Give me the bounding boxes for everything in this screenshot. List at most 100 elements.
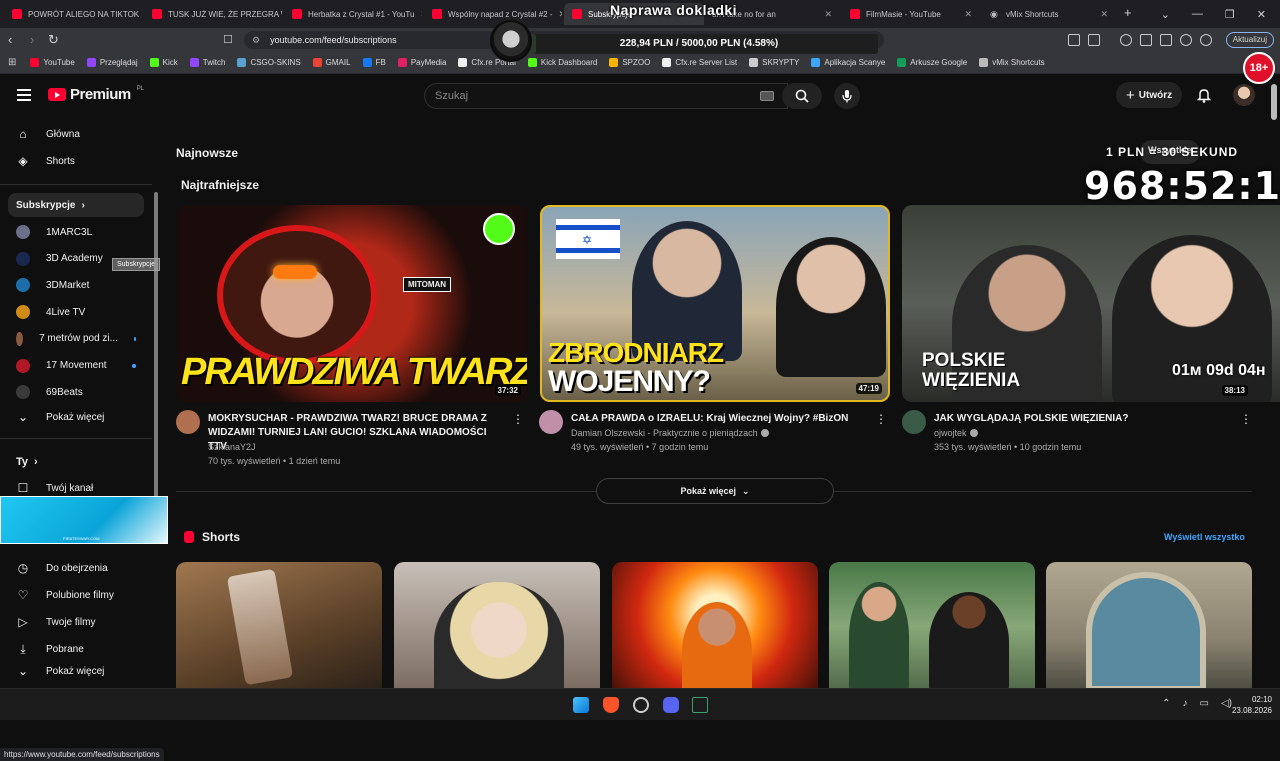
ai-icon[interactable]: [1180, 34, 1192, 46]
close-tab-icon[interactable]: ✕: [964, 9, 972, 20]
browser-tab[interactable]: Herbatka z Crystal #1 - YouTu ✕: [284, 3, 422, 25]
bookmark-item[interactable]: Arkusze Google: [897, 58, 967, 67]
page-scrollbar[interactable]: [1271, 84, 1277, 120]
bookmark-item[interactable]: FB: [362, 58, 386, 67]
volume-icon[interactable]: ◁): [1221, 698, 1232, 709]
browser-tab[interactable]: ◉ vMix Shortcuts ✕: [982, 3, 1116, 25]
media-icon[interactable]: [1120, 34, 1132, 46]
youtube-premium-logo[interactable]: Premium PL: [48, 86, 144, 103]
notifications-bell-icon[interactable]: [1197, 87, 1211, 103]
back-icon[interactable]: ‹: [8, 32, 12, 48]
keyboard-icon[interactable]: [760, 91, 774, 101]
tab-search-icon[interactable]: ⌄: [1161, 8, 1170, 21]
bookmark-item[interactable]: SPZOO: [609, 58, 650, 67]
short-thumbnail[interactable]: [829, 562, 1035, 692]
bookmark-item[interactable]: PayMedia: [397, 58, 446, 67]
browser-tab[interactable]: POWRÓT ALIEGO NA TIKTOK✕: [4, 3, 142, 25]
network-icon[interactable]: ▭: [1200, 698, 1209, 709]
sidebar-channel-item[interactable]: 1MARC3L: [8, 220, 144, 244]
bookmark-item[interactable]: YouTube: [30, 58, 75, 67]
sidebar-channel-item[interactable]: 4Live TV: [8, 300, 144, 324]
more-options-icon[interactable]: ⋮: [875, 412, 887, 426]
channel-avatar[interactable]: [539, 410, 563, 434]
sidebar-item-liked-videos[interactable]: ♡ Polubione filmy: [8, 583, 144, 607]
tray-overflow-icon[interactable]: ⌃: [1162, 698, 1170, 709]
account-avatar[interactable]: [1233, 84, 1255, 106]
bookmark-item[interactable]: GMAIL: [312, 58, 351, 67]
more-options-icon[interactable]: ⋮: [1240, 412, 1252, 426]
video-thumbnail[interactable]: ✡ ZBRODNIARZ WOJENNY? 47:19: [540, 205, 890, 402]
short-thumbnail[interactable]: [612, 562, 818, 692]
more-options-icon[interactable]: ⋮: [512, 412, 524, 426]
system-clock[interactable]: 02:10 23.08.2026: [1232, 694, 1272, 716]
brave-browser-icon[interactable]: [603, 697, 619, 713]
browser-tab[interactable]: TUSK JUŻ WIE, ŻE PRZEGRA W✕: [144, 3, 282, 25]
short-thumbnail[interactable]: [1046, 562, 1252, 692]
close-tab-icon[interactable]: ✕: [824, 9, 832, 20]
video-title[interactable]: CAŁA PRAWDA o IZRAELU: Kraj Wiecznej Woj…: [571, 412, 871, 426]
bookmark-item[interactable]: Cfx.re Server List: [662, 58, 737, 67]
close-window-icon[interactable]: ✕: [1257, 8, 1266, 21]
update-button[interactable]: Aktualizuj: [1225, 32, 1274, 48]
sidebar-show-more[interactable]: ⌄ Pokaż więcej: [8, 405, 144, 429]
discord-icon[interactable]: [663, 697, 679, 713]
video-title[interactable]: JAK WYGLĄDAJĄ POLSKIE WIĘZIENIA?: [934, 412, 1234, 426]
extension-icon[interactable]: [1068, 34, 1080, 46]
url-text[interactable]: youtube.com/feed/subscriptions: [270, 35, 397, 45]
apps-grid-icon[interactable]: ⊞: [8, 57, 16, 68]
sidebar-you-heading[interactable]: Ty ›: [16, 456, 38, 468]
search-button[interactable]: [782, 83, 822, 109]
microphone-tray-icon[interactable]: ♪: [1183, 698, 1188, 709]
bookmark-icon[interactable]: ☐: [223, 32, 233, 48]
downloads-icon[interactable]: [1160, 34, 1172, 46]
close-tab-icon[interactable]: ✕: [420, 9, 422, 20]
sidebar-icon[interactable]: [1140, 34, 1152, 46]
sidebar-item-show-more-you[interactable]: ⌄ Pokaż więcej: [8, 664, 144, 678]
sidebar-channel-item[interactable]: 17 Movement: [8, 354, 144, 378]
channel-name[interactable]: SzklanaY2J: [208, 442, 256, 452]
bookmark-item[interactable]: vMix Shortcuts: [979, 58, 1045, 67]
channel-name[interactable]: ojwojtek: [934, 428, 978, 438]
bookmark-item[interactable]: CSGO-SKINS: [237, 58, 301, 67]
extension-icon[interactable]: [1088, 34, 1100, 46]
sidebar-item-your-videos[interactable]: ▷ Twoje filmy: [8, 610, 144, 634]
minimize-icon[interactable]: —: [1192, 8, 1203, 20]
video-thumbnail[interactable]: MITOMAN PRAWDZIWA TWARZ! 37:32: [177, 205, 527, 402]
sidebar-item-watch-later[interactable]: ◷ Do obejrzenia: [8, 556, 144, 580]
bookmark-item[interactable]: SKRYPTY: [749, 58, 799, 67]
search-input[interactable]: Szukaj: [424, 83, 788, 109]
channel-avatar[interactable]: [902, 410, 926, 434]
bookmark-item[interactable]: Kick: [149, 58, 178, 67]
bookmark-item[interactable]: Twitch: [189, 58, 225, 67]
site-info-icon[interactable]: ⚙: [252, 35, 260, 46]
sidebar-channel-item[interactable]: 7 metrów pod zi...: [8, 327, 144, 351]
browser-tab[interactable]: Wspólny napad z Crystal #2 - ✕: [424, 3, 562, 25]
channel-name[interactable]: Damian Olszewski - Praktycznie o pieniąd…: [571, 428, 769, 438]
sidebar-item-shorts[interactable]: ◈ Shorts: [8, 149, 144, 173]
windows-start-icon[interactable]: [573, 697, 589, 713]
forward-icon[interactable]: ›: [30, 32, 34, 48]
sidebar-scrollbar[interactable]: [154, 192, 158, 502]
bookmark-item[interactable]: Kick Dashboard: [527, 58, 597, 67]
vpn-icon[interactable]: [1200, 34, 1212, 46]
reload-icon[interactable]: ↻: [48, 32, 59, 48]
bookmark-item[interactable]: Przeglądaj: [86, 58, 138, 67]
close-tab-icon[interactable]: ✕: [559, 9, 563, 20]
view-all-shorts-link[interactable]: Wyświetl wszystko: [1164, 532, 1245, 542]
short-thumbnail[interactable]: [394, 562, 600, 692]
short-thumbnail[interactable]: [176, 562, 382, 692]
hamburger-menu-icon[interactable]: [17, 89, 31, 104]
app-icon[interactable]: [633, 697, 649, 713]
sidebar-channel-item[interactable]: 3D Academy: [8, 247, 144, 271]
sidebar-item-subscriptions[interactable]: Subskrypcje ›: [8, 193, 144, 217]
new-tab-button[interactable]: +: [1124, 5, 1132, 20]
sidebar-item-downloads[interactable]: ⤓ Pobrane: [8, 637, 144, 661]
sidebar-channel-item[interactable]: 3DMarket: [8, 273, 144, 297]
create-button[interactable]: + Utwórz: [1116, 82, 1183, 108]
bookmark-item[interactable]: Aplikacja Scanye: [811, 58, 885, 67]
voice-search-button[interactable]: [834, 83, 860, 109]
excel-icon[interactable]: [692, 697, 708, 713]
channel-avatar[interactable]: [176, 410, 200, 434]
sidebar-channel-item[interactable]: 69Beats: [8, 380, 144, 404]
show-more-button[interactable]: Pokaż więcej ⌄: [596, 478, 834, 504]
